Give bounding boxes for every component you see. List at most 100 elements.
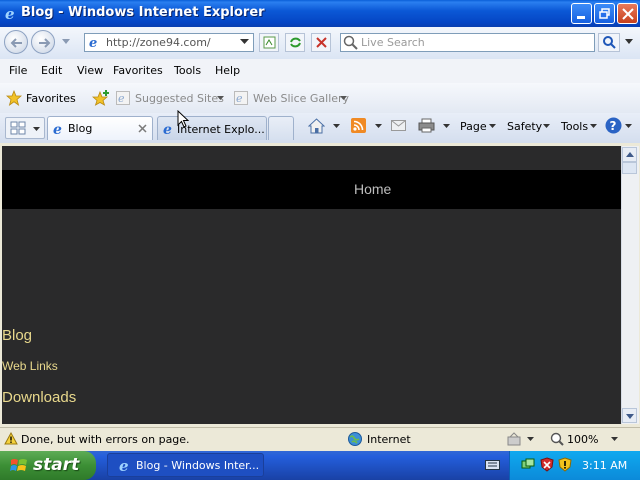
menu-favorites[interactable]: Favorites bbox=[113, 64, 163, 77]
address-dropdown-icon[interactable] bbox=[240, 39, 249, 45]
sidebar-link-downloads[interactable]: Downloads bbox=[2, 389, 76, 406]
chevron-down-icon[interactable] bbox=[590, 124, 597, 129]
protected-mode-icon[interactable] bbox=[507, 432, 521, 446]
scroll-down-button[interactable] bbox=[622, 408, 637, 423]
restore-icon bbox=[599, 8, 610, 19]
svg-text:e: e bbox=[236, 92, 243, 105]
tab-list-dropdown-icon bbox=[33, 127, 40, 131]
close-tab-icon[interactable] bbox=[138, 124, 147, 133]
scroll-thumb[interactable] bbox=[622, 162, 637, 174]
back-button[interactable] bbox=[4, 30, 28, 54]
print-icon[interactable] bbox=[418, 118, 435, 133]
warning-icon[interactable] bbox=[4, 432, 18, 445]
chevron-down-icon[interactable] bbox=[611, 437, 618, 442]
zoom-level[interactable]: 100% bbox=[567, 433, 598, 446]
menu-tools[interactable]: Tools bbox=[174, 64, 201, 77]
close-icon bbox=[622, 8, 634, 20]
stop-icon bbox=[316, 37, 327, 48]
nav-home-link[interactable]: Home bbox=[354, 181, 391, 197]
web-slice-icon: e bbox=[234, 91, 248, 105]
page-icon: e bbox=[89, 36, 97, 49]
maximize-button[interactable] bbox=[594, 3, 615, 24]
recent-pages-dropdown-icon[interactable] bbox=[62, 39, 70, 45]
chevron-down-icon[interactable] bbox=[333, 124, 340, 129]
magnifier-icon bbox=[603, 36, 616, 49]
menu-help[interactable]: Help bbox=[215, 64, 240, 77]
forward-button[interactable] bbox=[31, 30, 55, 54]
compatibility-icon bbox=[263, 36, 276, 49]
chevron-down-icon[interactable] bbox=[217, 96, 224, 101]
minimize-icon bbox=[577, 16, 585, 19]
forward-arrow-icon bbox=[39, 38, 51, 48]
chevron-down-icon[interactable] bbox=[375, 124, 382, 129]
chevron-down-icon[interactable] bbox=[527, 437, 534, 442]
sidebar-link-web-links[interactable]: Web Links bbox=[2, 359, 58, 373]
quick-tabs-button[interactable] bbox=[5, 117, 45, 139]
search-placeholder: Live Search bbox=[361, 36, 425, 49]
add-to-favorites-bar-icon[interactable] bbox=[92, 90, 109, 106]
ie-taskbar-icon: e bbox=[119, 457, 129, 473]
network-icon[interactable] bbox=[521, 458, 535, 472]
security-zone: Internet bbox=[367, 433, 411, 446]
chevron-down-icon[interactable] bbox=[340, 96, 347, 101]
suggested-sites-link[interactable]: Suggested Sites bbox=[135, 92, 224, 105]
svg-text:e: e bbox=[53, 122, 62, 136]
site-nav-bar bbox=[2, 170, 621, 209]
chevron-down-icon[interactable] bbox=[443, 124, 450, 129]
mouse-pointer-icon bbox=[177, 110, 189, 128]
quick-tabs-icon bbox=[10, 121, 26, 135]
minimize-button[interactable] bbox=[571, 3, 592, 24]
help-icon[interactable]: ? bbox=[605, 117, 622, 134]
chevron-down-icon[interactable] bbox=[543, 124, 550, 129]
refresh-icon bbox=[290, 37, 301, 48]
chevron-down-icon[interactable] bbox=[489, 124, 496, 129]
tab-blog-label: Blog bbox=[68, 122, 93, 135]
tab-blog[interactable]: e Blog bbox=[47, 116, 153, 140]
search-go-button[interactable] bbox=[598, 33, 620, 52]
scroll-up-button[interactable] bbox=[622, 147, 637, 162]
search-icon bbox=[343, 35, 358, 50]
read-mail-icon[interactable] bbox=[391, 120, 406, 131]
tab-page-icon: e bbox=[163, 122, 172, 136]
start-label: start bbox=[33, 455, 80, 475]
rss-feed-icon[interactable] bbox=[351, 118, 366, 133]
close-button[interactable] bbox=[617, 3, 638, 24]
window-title: Blog - Windows Internet Explorer bbox=[21, 5, 265, 20]
svg-text:e: e bbox=[89, 36, 97, 49]
favorites-star-icon bbox=[6, 90, 22, 106]
home-icon[interactable] bbox=[308, 118, 325, 134]
new-tab-button[interactable] bbox=[268, 116, 294, 140]
compatibility-view-button[interactable] bbox=[259, 33, 279, 52]
clock: 3:11 AM bbox=[582, 459, 628, 472]
taskbar-item-blog[interactable]: e Blog - Windows Inter... bbox=[107, 453, 264, 477]
chevron-down-icon[interactable] bbox=[625, 124, 632, 129]
svg-text:e: e bbox=[119, 457, 129, 473]
menu-edit[interactable]: Edit bbox=[41, 64, 62, 77]
tab-internet-explorer[interactable]: e Internet Explo... bbox=[157, 116, 267, 140]
refresh-button[interactable] bbox=[285, 33, 305, 52]
zoom-icon[interactable] bbox=[550, 432, 564, 446]
tools-menu-button[interactable]: Tools bbox=[561, 120, 588, 133]
address-url: http://zone94.com/ bbox=[106, 36, 211, 49]
stop-button[interactable] bbox=[311, 33, 331, 52]
menu-file[interactable]: File bbox=[9, 64, 27, 77]
safety-menu-button[interactable]: Safety bbox=[507, 120, 542, 133]
tab-internet-explorer-label: Internet Explo... bbox=[177, 123, 265, 136]
search-options-icon[interactable] bbox=[625, 39, 633, 45]
keyboard-icon[interactable] bbox=[485, 459, 500, 471]
globe-icon bbox=[348, 432, 362, 446]
suggested-sites-icon: e bbox=[116, 91, 130, 105]
web-slice-gallery-link[interactable]: Web Slice Gallery bbox=[253, 92, 349, 105]
sidebar-link-blog[interactable]: Blog bbox=[2, 327, 32, 344]
vertical-scrollbar[interactable] bbox=[621, 146, 639, 424]
taskbar-item-label: Blog - Windows Inter... bbox=[136, 459, 260, 472]
page-menu-button[interactable]: Page bbox=[460, 120, 487, 133]
scroll-up-arrow-icon bbox=[626, 152, 634, 157]
favorites-button[interactable]: Favorites bbox=[26, 92, 76, 105]
security-center-icon[interactable] bbox=[558, 457, 572, 472]
scroll-down-arrow-icon bbox=[626, 414, 634, 419]
svg-text:e: e bbox=[163, 122, 172, 136]
security-shield-icon[interactable] bbox=[540, 457, 554, 472]
svg-text:e: e bbox=[118, 92, 125, 105]
menu-view[interactable]: View bbox=[77, 64, 103, 77]
